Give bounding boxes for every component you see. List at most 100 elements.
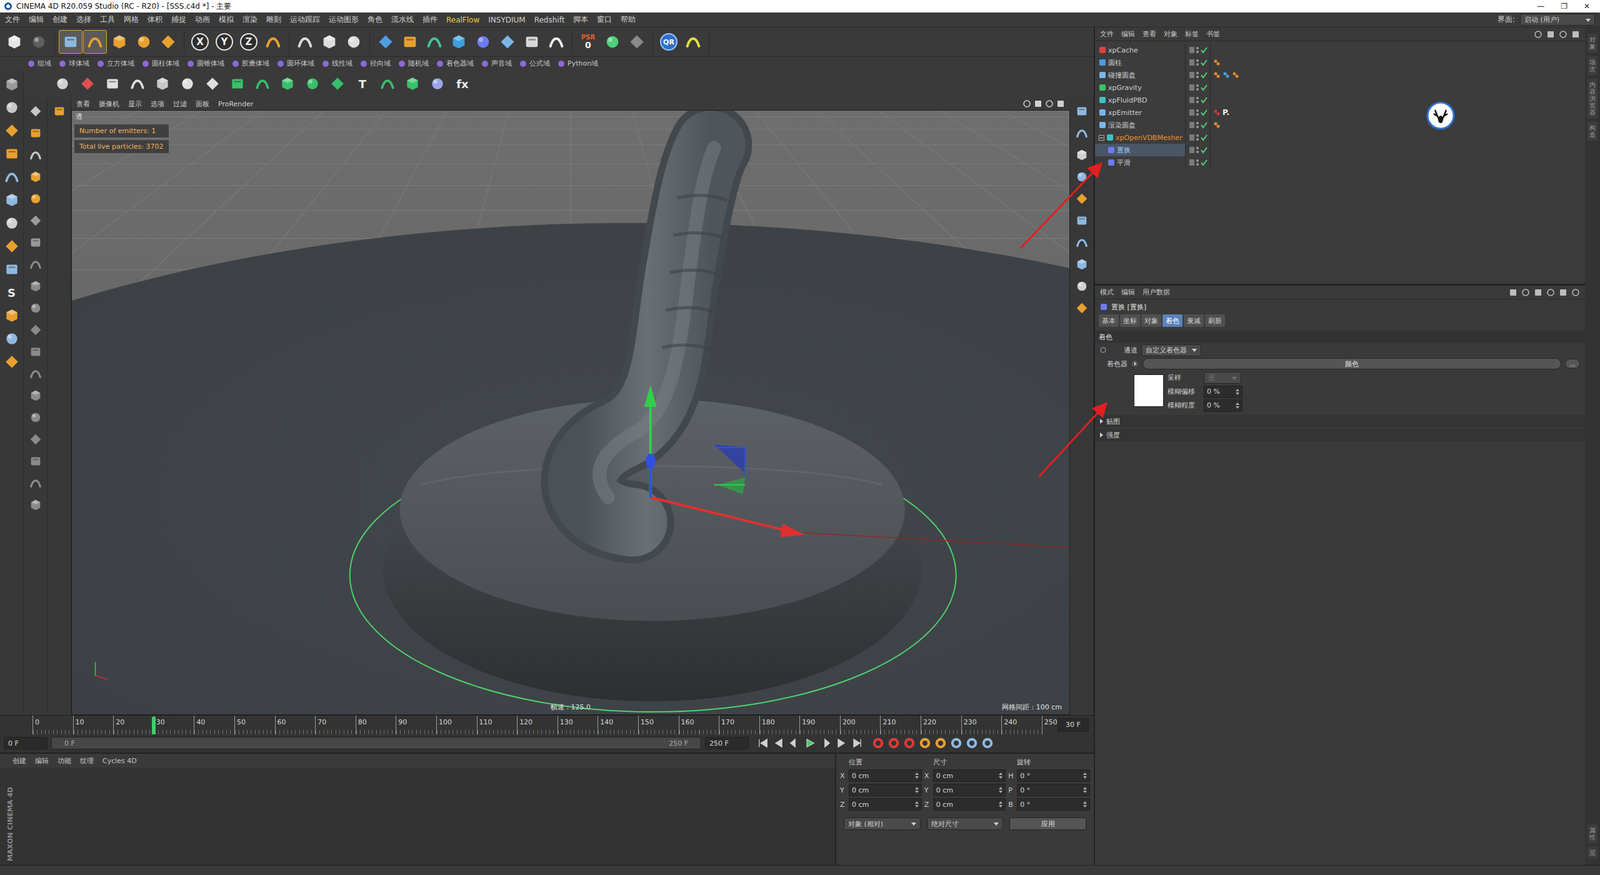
visibility-toggle-icon[interactable] [1188, 70, 1208, 80]
object-row[interactable]: xpOpenVDBMesher [1095, 131, 1585, 144]
header-icon[interactable] [1571, 288, 1580, 297]
tool-button[interactable] [293, 30, 317, 54]
current-frame-field[interactable]: 30 F [1057, 718, 1089, 732]
channel-select[interactable]: 自定义着色器 [1141, 344, 1202, 357]
menu-item[interactable]: 流水线 [391, 14, 414, 25]
object-menu-item[interactable]: 查看 [1142, 29, 1157, 39]
tool-button[interactable] [1071, 166, 1092, 187]
object-row[interactable]: 渲染圆盘 [1095, 118, 1585, 132]
attribute-tab[interactable]: 对象 [1141, 314, 1162, 327]
tool-button[interactable] [25, 451, 46, 472]
tool-button[interactable] [25, 166, 46, 187]
tool-button[interactable] [25, 363, 46, 384]
tool-button[interactable] [520, 30, 544, 54]
tag-icon[interactable] [1222, 71, 1230, 79]
object-row[interactable]: 碰撞圆盘 [1095, 68, 1585, 82]
collapse-icon[interactable] [1098, 135, 1105, 141]
visibility-toggle-icon[interactable] [1188, 45, 1208, 55]
coordinate-input[interactable]: 0 ° [1016, 783, 1090, 797]
header-icon[interactable] [1546, 288, 1555, 297]
tool-button[interactable] [301, 72, 324, 95]
material-menu-item[interactable]: 编辑 [35, 756, 49, 766]
tool-button[interactable] [471, 30, 495, 54]
field-button[interactable]: 随机域 [398, 58, 429, 69]
tool-button[interactable]: S [1, 281, 23, 304]
tool-button[interactable] [600, 30, 625, 54]
transport-icon[interactable] [756, 736, 770, 750]
header-icon[interactable] [1508, 288, 1518, 297]
collapsible-group[interactable]: 贴图 [1095, 415, 1585, 428]
shader-more-button[interactable]: ... [1565, 358, 1580, 369]
viewport-nav-icon[interactable] [1033, 99, 1043, 109]
shader-swatch[interactable] [1133, 374, 1164, 407]
key-icon[interactable] [902, 736, 917, 750]
radio-icon[interactable] [1100, 346, 1107, 354]
side-tab[interactable]: 场次 [1587, 56, 1598, 75]
visibility-toggle-icon[interactable] [1188, 108, 1208, 117]
transport-icon[interactable] [818, 736, 833, 750]
tool-button[interactable] [1, 235, 23, 257]
coordinate-input[interactable]: 0 cm [848, 769, 922, 782]
object-menu-item[interactable]: 书签 [1206, 29, 1220, 39]
field-button[interactable]: Python域 [557, 58, 599, 69]
collapsible-group[interactable]: 强度 [1095, 428, 1585, 442]
param-input[interactable]: 0 % [1203, 399, 1243, 412]
menu-item[interactable]: 编辑 [28, 14, 44, 25]
field-button[interactable]: 圆锥体域 [186, 58, 225, 69]
tool-button[interactable] [83, 30, 107, 54]
header-icon[interactable] [1546, 30, 1555, 39]
tool-button[interactable] [25, 341, 46, 362]
tool-button[interactable] [1, 328, 23, 350]
window-control[interactable]: ❐ [1560, 1, 1568, 11]
shader-arrow-icon[interactable] [1131, 360, 1139, 368]
transport-icon[interactable] [803, 736, 817, 750]
menu-item[interactable]: 帮助 [620, 14, 636, 25]
tool-button[interactable] [1071, 145, 1092, 165]
key-icon[interactable] [871, 736, 885, 750]
tool-button[interactable]: fx [451, 72, 474, 95]
menu-item[interactable]: 创建 [52, 14, 68, 25]
menu-item[interactable]: 体积 [147, 14, 163, 25]
key-icon[interactable] [933, 736, 948, 750]
tool-button[interactable] [544, 30, 569, 54]
tool-button[interactable] [1, 305, 23, 327]
object-row[interactable]: 圆柱 [1095, 56, 1585, 69]
visibility-toggle-icon[interactable] [1188, 158, 1208, 167]
field-button[interactable]: 胶囊体域 [231, 58, 270, 69]
material-menu-item[interactable]: Cycles 4D [102, 756, 137, 765]
tool-button[interactable] [25, 429, 46, 450]
param-input[interactable]: 0 % [1203, 385, 1243, 399]
tool-button[interactable] [151, 72, 174, 95]
menu-item[interactable]: 动画 [195, 14, 210, 25]
coordinate-input[interactable]: 0 ° [1016, 769, 1090, 782]
menu-item[interactable]: 脚本 [573, 14, 589, 25]
range-slider[interactable]: 0 F250 F [51, 736, 702, 750]
end-frame-field[interactable]: 250 F [705, 736, 749, 750]
tag-icon[interactable] [1231, 71, 1240, 79]
tool-button[interactable] [625, 30, 649, 54]
object-row[interactable]: xpEmitterP. [1095, 106, 1585, 119]
coordinate-input[interactable]: 0 cm [933, 769, 1007, 782]
object-menu-item[interactable]: 文件 [1100, 29, 1114, 39]
viewport-menu-item[interactable]: ProRender [218, 100, 254, 109]
tool-button[interactable] [25, 385, 46, 406]
menu-item[interactable]: 渲染 [242, 14, 258, 25]
side-tab[interactable]: 构造 [1587, 121, 1598, 141]
timeline-ruler[interactable]: 0102030405060708090100110120130140150160… [0, 715, 1094, 735]
header-icon[interactable] [1533, 288, 1543, 297]
object-row[interactable]: xpCache [1095, 43, 1585, 57]
menu-item[interactable]: 雕刻 [266, 14, 282, 25]
key-icon[interactable] [918, 736, 932, 750]
tag-icon[interactable] [1213, 121, 1221, 129]
tool-button[interactable] [317, 30, 342, 54]
tool-button[interactable] [1071, 298, 1092, 319]
tool-button[interactable] [49, 101, 70, 122]
attribute-tab[interactable]: 刷新 [1205, 314, 1225, 327]
menu-item[interactable]: INSYDIUM [488, 15, 525, 25]
tool-button[interactable] [25, 298, 46, 319]
tool-button[interactable] [251, 72, 274, 95]
tool-button[interactable] [25, 320, 46, 340]
tool-button[interactable] [276, 72, 299, 95]
tool-button[interactable] [25, 407, 46, 428]
attribute-menu-item[interactable]: 用户数据 [1142, 287, 1170, 297]
